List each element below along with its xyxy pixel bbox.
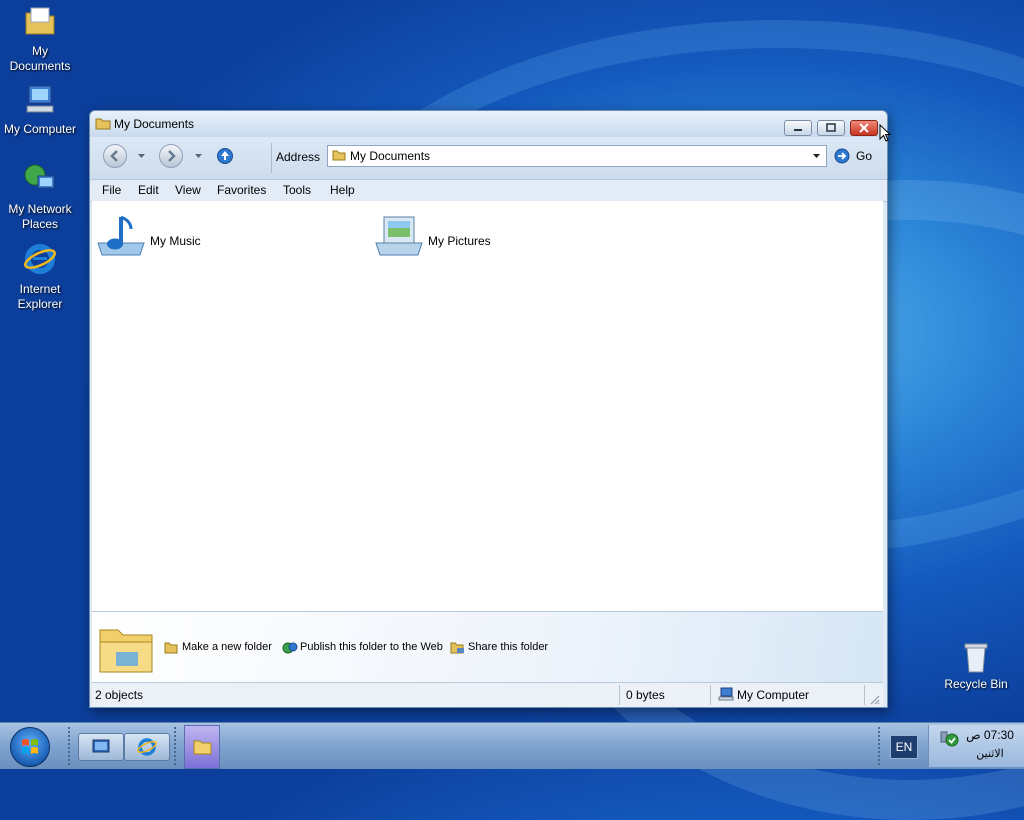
task-label: Publish this folder to the Web	[300, 641, 443, 653]
taskbar-grip[interactable]	[878, 727, 884, 765]
go-label: Go	[856, 149, 873, 163]
my-documents-desktop-icon[interactable]: My Documents	[0, 4, 80, 74]
status-separator	[619, 685, 620, 705]
quicklaunch-show-desktop[interactable]	[78, 733, 124, 761]
my-network-places-desktop-icon[interactable]: My Network Places	[0, 162, 80, 232]
language-indicator[interactable]: EN	[890, 735, 918, 759]
pictures-folder-icon	[375, 216, 423, 256]
menu-edit[interactable]: Edit	[138, 183, 159, 197]
menu-bar: File Edit View Favorites Tools Help	[90, 179, 887, 202]
documents-folder-icon	[25, 7, 55, 35]
status-size: 0 bytes	[626, 688, 665, 702]
up-folder-button[interactable]	[216, 147, 234, 165]
desktop-icon-label: My	[32, 44, 48, 58]
back-arrow-icon	[110, 150, 118, 162]
folder-item-my-pictures[interactable]: My Pictures	[374, 213, 514, 263]
clock-time: 07:30 ص	[966, 728, 1014, 742]
menu-help[interactable]: Help	[330, 183, 355, 197]
up-arrow-icon	[217, 148, 233, 164]
security-shield-icon[interactable]	[939, 731, 959, 747]
desktop-icon-label: My Network	[8, 202, 72, 216]
address-dropdown-icon[interactable]	[812, 153, 821, 159]
task-label: Share this folder	[468, 641, 549, 653]
taskbar-grip[interactable]	[174, 727, 180, 765]
status-separator	[864, 685, 865, 705]
folder-item-label: My Music	[150, 234, 201, 248]
desktop-icon	[92, 739, 110, 753]
task-label: Make a new folder	[182, 641, 272, 653]
address-bar[interactable]: My Documents	[327, 145, 827, 167]
clock-day: الاثنين	[976, 748, 1004, 760]
maximize-icon	[826, 123, 836, 132]
menu-tools[interactable]: Tools	[283, 183, 311, 197]
desktop-icon-label: Recycle Bin	[944, 677, 1008, 691]
internet-explorer-icon	[137, 738, 157, 756]
folder-large-icon	[99, 629, 153, 673]
taskbar: EN 07:30 ص الاثنين	[0, 722, 1024, 769]
window-title: My Documents	[114, 117, 195, 131]
folder-icon	[332, 150, 346, 161]
windows-logo-icon	[22, 739, 38, 754]
internet-explorer-icon	[24, 244, 56, 274]
status-bar: 2 objects 0 bytes My Computer	[92, 682, 883, 707]
desktop-icon-label: My Computer	[3, 122, 77, 136]
close-button[interactable]	[850, 120, 878, 136]
menu-file[interactable]: File	[102, 183, 121, 197]
desktop-icon-label: Internet	[19, 282, 61, 296]
mouse-cursor-icon	[879, 124, 891, 142]
title-bar[interactable]: My Documents	[90, 111, 887, 137]
toolbar-separator	[271, 143, 272, 173]
back-button[interactable]	[103, 144, 127, 168]
computer-icon	[718, 687, 734, 701]
folder-icon	[193, 740, 212, 755]
address-value: My Documents	[350, 149, 431, 163]
status-object-count: 2 objects	[95, 688, 144, 702]
menu-view[interactable]: View	[175, 183, 201, 197]
forward-button[interactable]	[159, 144, 183, 168]
recycle-bin-icon	[964, 643, 988, 673]
folder-item-label: My Pictures	[428, 234, 491, 248]
minimize-icon	[794, 129, 802, 131]
network-icon	[24, 164, 55, 189]
clock[interactable]: 07:30 ص الاثنين	[962, 727, 1018, 762]
status-zone: My Computer	[737, 688, 810, 702]
my-computer-desktop-icon[interactable]: My Computer	[0, 82, 80, 137]
forward-arrow-icon	[168, 150, 176, 162]
recycle-bin-desktop-icon[interactable]: Recycle Bin	[938, 640, 1014, 691]
desktop-icon-label: Documents	[9, 59, 71, 73]
taskbar-window-my-documents[interactable]	[184, 725, 220, 769]
task-pane: Make a new folder Publish this folder to…	[92, 611, 883, 682]
minimize-button[interactable]	[784, 120, 812, 136]
address-label: Address	[276, 150, 321, 164]
internet-explorer-desktop-icon[interactable]: Internet Explorer	[0, 242, 80, 312]
taskbar-grip[interactable]	[68, 727, 74, 765]
folder-content-area: My Music My Pictures	[92, 201, 883, 611]
menu-favorites[interactable]: Favorites	[217, 183, 266, 197]
navigation-toolbar: Address My Documents Go	[90, 137, 887, 179]
share-folder-icon	[450, 642, 464, 654]
resize-grip-icon[interactable]	[868, 693, 880, 705]
desktop-icon-label: Explorer	[17, 297, 63, 311]
music-folder-icon	[97, 215, 145, 256]
status-separator	[710, 685, 711, 705]
folder-item-my-music[interactable]: My Music	[96, 213, 236, 263]
publish-web-icon	[282, 642, 298, 654]
start-button[interactable]	[10, 727, 50, 767]
folder-icon	[95, 118, 111, 130]
new-folder-icon	[164, 642, 178, 654]
desktop-icon-label: Places	[21, 217, 59, 231]
explorer-window: My Documents Address My Documents Go Fil…	[89, 110, 888, 708]
close-icon	[859, 123, 869, 133]
go-arrow-icon	[834, 148, 850, 164]
back-dropdown-icon[interactable]	[137, 153, 146, 159]
maximize-button[interactable]	[817, 120, 845, 136]
quicklaunch-internet-explorer[interactable]	[124, 733, 170, 761]
forward-dropdown-icon[interactable]	[194, 153, 203, 159]
computer-icon	[26, 85, 54, 113]
